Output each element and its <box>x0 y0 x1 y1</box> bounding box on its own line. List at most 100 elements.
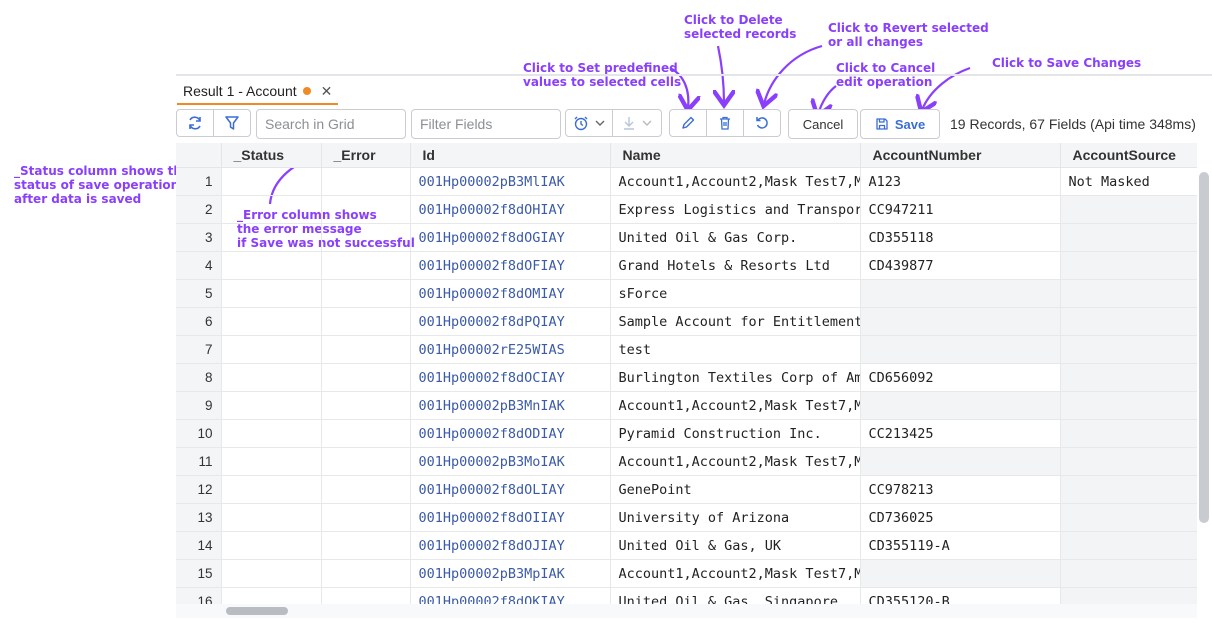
id-cell[interactable]: 001Hp00002pB3MoIAK <box>410 447 611 476</box>
account-number-cell[interactable]: CD736025 <box>860 503 1061 532</box>
set-values-button[interactable] <box>669 109 707 137</box>
name-cell[interactable]: Account1,Account2,Mask Test7,M <box>610 167 861 196</box>
alarm-dropdown-button[interactable] <box>565 109 613 137</box>
account-source-cell[interactable] <box>1060 419 1197 448</box>
account-number-cell[interactable]: CD355119-A <box>860 531 1061 560</box>
close-icon[interactable]: ✕ <box>321 83 333 100</box>
status-cell[interactable] <box>221 251 322 280</box>
status-cell[interactable] <box>221 167 322 196</box>
name-cell[interactable]: sForce <box>610 279 861 308</box>
download-dropdown-button[interactable] <box>612 109 662 137</box>
account-source-cell[interactable] <box>1060 559 1197 588</box>
id-cell[interactable]: 001Hp00002f8dOGIAY <box>410 223 611 252</box>
account-number-cell[interactable] <box>860 447 1061 476</box>
table-row[interactable]: 4 001Hp00002f8dOFIAY Grand Hotels & Resort… <box>176 251 1197 280</box>
id-cell[interactable]: 001Hp00002pB3MlIAK <box>410 167 611 196</box>
error-cell[interactable] <box>321 447 411 476</box>
table-row[interactable]: 6 001Hp00002f8dPQIAY Sample Account for En… <box>176 307 1197 336</box>
name-cell[interactable]: United Oil & Gas, UK <box>610 531 861 560</box>
error-cell[interactable] <box>321 503 411 532</box>
id-cell[interactable]: 001Hp00002f8dOHIAY <box>410 195 611 224</box>
col-header-accountsource[interactable]: AccountSource <box>1060 143 1197 168</box>
id-cell[interactable]: 001Hp00002f8dOJIAY <box>410 531 611 560</box>
error-cell[interactable] <box>321 167 411 196</box>
col-header-accountnumber[interactable]: AccountNumber <box>860 143 1061 168</box>
refresh-button[interactable] <box>176 109 214 137</box>
cancel-button[interactable]: Cancel <box>788 109 858 139</box>
filter-button[interactable] <box>213 109 251 137</box>
name-cell[interactable]: United Oil & Gas Corp. <box>610 223 861 252</box>
delete-button[interactable] <box>706 109 744 137</box>
status-cell[interactable] <box>221 559 322 588</box>
status-cell[interactable] <box>221 447 322 476</box>
col-header-id[interactable]: Id <box>410 143 611 168</box>
account-number-cell[interactable]: CC978213 <box>860 475 1061 504</box>
name-cell[interactable]: Sample Account for Entitlement <box>610 307 861 336</box>
row-number[interactable]: 8 <box>176 363 222 392</box>
status-cell[interactable] <box>221 307 322 336</box>
table-row[interactable]: 9 001Hp00002pB3MnIAK Account1,Account2,Mas… <box>176 391 1197 420</box>
account-source-cell[interactable] <box>1060 335 1197 364</box>
table-row[interactable]: 2 001Hp00002f8dOHIAY Express Logistics and… <box>176 195 1197 224</box>
account-number-cell[interactable]: CD355118 <box>860 223 1061 252</box>
error-cell[interactable] <box>321 475 411 504</box>
table-row[interactable]: 14 001Hp00002f8dOJIAY United Oil & Gas, UK… <box>176 531 1197 560</box>
status-cell[interactable] <box>221 363 322 392</box>
table-row[interactable]: 7 001Hp00002rE25WIAS test <box>176 335 1197 364</box>
account-source-cell[interactable] <box>1060 195 1197 224</box>
id-cell[interactable]: 001Hp00002f8dOCIAY <box>410 363 611 392</box>
name-cell[interactable]: test <box>610 335 861 364</box>
error-cell[interactable] <box>321 531 411 560</box>
table-row[interactable]: 1 001Hp00002pB3MlIAK Account1,Account2,Mas… <box>176 167 1197 196</box>
search-input[interactable] <box>256 109 406 139</box>
status-cell[interactable] <box>221 391 322 420</box>
account-number-cell[interactable] <box>860 559 1061 588</box>
account-number-cell[interactable]: CC213425 <box>860 419 1061 448</box>
id-cell[interactable]: 001Hp00002f8dPQIAY <box>410 307 611 336</box>
data-grid[interactable]: _Status _Error Id Name AccountNumber Acc… <box>176 143 1197 608</box>
row-number[interactable]: 13 <box>176 503 222 532</box>
account-number-cell[interactable] <box>860 391 1061 420</box>
error-cell[interactable] <box>321 195 411 224</box>
row-number[interactable]: 10 <box>176 419 222 448</box>
table-row[interactable]: 15 001Hp00002pB3MpIAK Account1,Account2,Ma… <box>176 559 1197 588</box>
id-cell[interactable]: 001Hp00002f8dOIIAY <box>410 503 611 532</box>
name-cell[interactable]: GenePoint <box>610 475 861 504</box>
error-cell[interactable] <box>321 251 411 280</box>
account-source-cell[interactable] <box>1060 391 1197 420</box>
table-row[interactable]: 8 001Hp00002f8dOCIAY Burlington Textiles C… <box>176 363 1197 392</box>
id-cell[interactable]: 001Hp00002rE25WIAS <box>410 335 611 364</box>
id-cell[interactable]: 001Hp00002f8dOLIAY <box>410 475 611 504</box>
account-number-cell[interactable]: A123 <box>860 167 1061 196</box>
row-number[interactable]: 14 <box>176 531 222 560</box>
id-cell[interactable]: 001Hp00002f8dOFIAY <box>410 251 611 280</box>
table-row[interactable]: 5 001Hp00002f8dOMIAY sForce <box>176 279 1197 308</box>
status-cell[interactable] <box>221 531 322 560</box>
account-source-cell[interactable] <box>1060 503 1197 532</box>
account-source-cell[interactable]: Not Masked <box>1060 167 1197 196</box>
vertical-scrollbar[interactable] <box>1199 172 1209 523</box>
table-row[interactable]: 13 001Hp00002f8dOIIAY University of Arizon… <box>176 503 1197 532</box>
error-cell[interactable] <box>321 559 411 588</box>
error-cell[interactable] <box>321 391 411 420</box>
row-number[interactable]: 2 <box>176 195 222 224</box>
row-number[interactable]: 5 <box>176 279 222 308</box>
row-number[interactable]: 4 <box>176 251 222 280</box>
row-number[interactable]: 6 <box>176 307 222 336</box>
account-number-cell[interactable]: CD439877 <box>860 251 1061 280</box>
col-header-name[interactable]: Name <box>610 143 861 168</box>
error-cell[interactable] <box>321 307 411 336</box>
name-cell[interactable]: University of Arizona <box>610 503 861 532</box>
status-cell[interactable] <box>221 419 322 448</box>
horizontal-scrollbar[interactable] <box>226 607 288 615</box>
row-number[interactable]: 11 <box>176 447 222 476</box>
account-number-cell[interactable]: CD656092 <box>860 363 1061 392</box>
col-header-status[interactable]: _Status <box>221 143 322 168</box>
error-cell[interactable] <box>321 279 411 308</box>
account-number-cell[interactable]: CC947211 <box>860 195 1061 224</box>
id-cell[interactable]: 001Hp00002f8dODIAY <box>410 419 611 448</box>
table-row[interactable]: 10 001Hp00002f8dODIAY Pyramid Construction… <box>176 419 1197 448</box>
error-cell[interactable] <box>321 223 411 252</box>
name-cell[interactable]: Express Logistics and Transpor <box>610 195 861 224</box>
error-cell[interactable] <box>321 363 411 392</box>
